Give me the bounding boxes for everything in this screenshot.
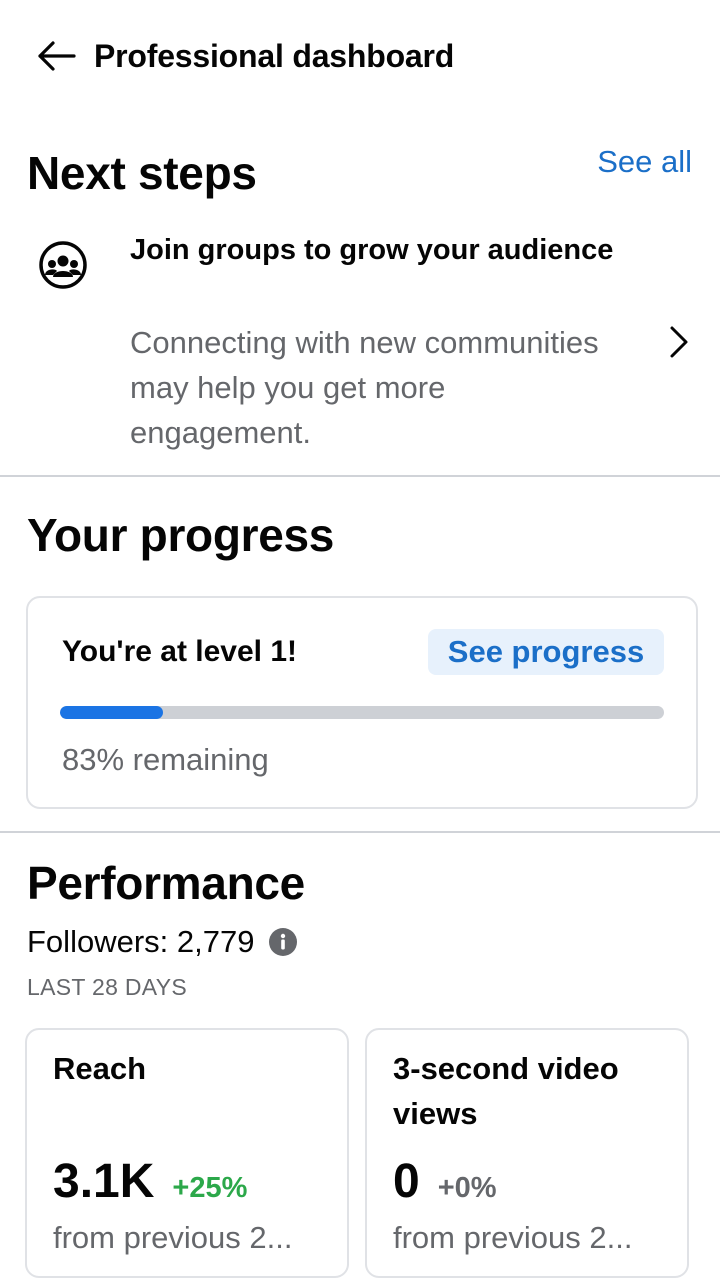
info-icon[interactable]: [268, 927, 298, 957]
step-title: Join groups to grow your audience: [130, 234, 614, 266]
metric-comparison: from previous 2...: [393, 1220, 633, 1255]
see-progress-button[interactable]: See progress: [428, 629, 664, 675]
next-step-item[interactable]: Join groups to grow your audience Connec…: [0, 222, 720, 462]
metric-label: 3-second video views: [393, 1051, 619, 1131]
see-all-link[interactable]: See all: [597, 143, 692, 181]
performance-heading: Performance: [27, 857, 305, 909]
metric-delta: +25%: [172, 1172, 248, 1204]
top-bar: Professional dashboard: [0, 0, 720, 112]
period-label: LAST 28 DAYS: [27, 974, 187, 1000]
back-button[interactable]: [30, 34, 82, 78]
chevron-right-icon: [670, 326, 688, 358]
progress-card: You're at level 1! See progress 83% rema…: [26, 596, 698, 809]
step-description: Connecting with new communities may help…: [130, 325, 599, 450]
progress-bar: [60, 706, 664, 719]
page-title: Professional dashboard: [94, 38, 455, 74]
section-divider: [0, 831, 720, 833]
your-progress-heading: Your progress: [27, 509, 335, 561]
metric-value-row: 0 +0%: [393, 1154, 497, 1210]
metric-value: 0: [393, 1155, 420, 1208]
metric-value: 3.1K: [53, 1155, 155, 1208]
metric-label: Reach: [53, 1051, 147, 1086]
next-steps-heading: Next steps: [27, 147, 257, 199]
metric-comparison: from previous 2...: [53, 1220, 293, 1255]
progress-bar-fill: [60, 706, 163, 719]
section-divider: [0, 475, 720, 477]
video-views-card[interactable]: 3-second video views 0 +0% from previous…: [365, 1028, 689, 1278]
metric-value-row: 3.1K +25%: [53, 1154, 247, 1210]
level-text: You're at level 1!: [62, 635, 298, 668]
remaining-text: 83% remaining: [62, 742, 269, 777]
followers-text: Followers: 2,779: [27, 924, 255, 959]
metric-delta: +0%: [437, 1172, 497, 1204]
groups-icon: [39, 241, 87, 289]
arrow-left-icon: [38, 41, 76, 71]
followers-count: Followers: 2,779: [27, 922, 298, 962]
reach-card[interactable]: Reach 3.1K +25% from previous 2...: [25, 1028, 349, 1278]
